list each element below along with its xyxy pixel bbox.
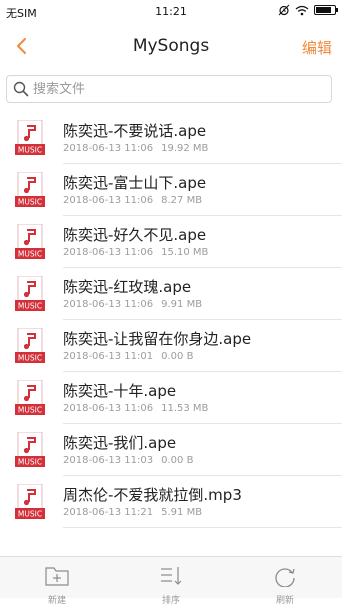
music-file-icon: MUSIC — [15, 276, 45, 311]
svg-text:MUSIC: MUSIC — [18, 198, 42, 207]
file-name: 陈奕迅-不要说话.ape — [63, 122, 207, 140]
file-date: 2018-06-13 11:06 — [63, 195, 154, 206]
music-file-icon: MUSIC — [15, 432, 45, 467]
file-size: 9.91 MB — [161, 299, 203, 310]
file-date: 2018-06-13 11:06 — [63, 143, 154, 154]
file-size: 11.53 MB — [161, 403, 209, 414]
file-date: 2018-06-13 11:06 — [63, 299, 154, 310]
divider — [63, 527, 342, 528]
svg-text:MUSIC: MUSIC — [18, 406, 42, 415]
file-size: 19.92 MB — [161, 143, 209, 154]
chevron-left-icon — [17, 38, 26, 54]
tab-sort-label: 排序 — [161, 596, 180, 606]
music-file-icon: MUSIC — [15, 224, 45, 259]
file-name: 陈奕迅-让我留在你身边.ape — [63, 330, 252, 348]
file-row[interactable]: MUSIC 周杰伦-不爱我就拉倒.mp3 2018-06-13 11:21 5.91 … — [0, 476, 342, 528]
tab-new-label: 新建 — [47, 596, 66, 606]
edit-button[interactable]: 编辑 — [302, 37, 332, 58]
file-date: 2018-06-13 11:01 — [63, 351, 154, 362]
back-button[interactable] — [8, 30, 36, 62]
sort-icon — [161, 567, 182, 585]
file-name: 陈奕迅-十年.ape — [63, 382, 177, 400]
svg-text:MUSIC: MUSIC — [18, 354, 42, 363]
file-date: 2018-06-13 11:21 — [63, 507, 154, 518]
file-date: 2018-06-13 11:06 — [63, 247, 154, 258]
page-title: MySongs — [132, 36, 210, 56]
search-box[interactable] — [6, 75, 332, 103]
file-name: 陈奕迅-红玫瑰.ape — [63, 278, 192, 296]
music-file-icon: MUSIC — [15, 120, 45, 155]
file-row[interactable]: MUSIC 陈奕迅-我们.ape 2018-06-13 11:03 0.00 B — [0, 424, 342, 476]
tab-refresh[interactable]: 刷新 — [245, 557, 325, 606]
music-file-icon: MUSIC — [15, 380, 45, 415]
file-meta: 2018-06-13 11:21 5.91 MB — [63, 507, 202, 518]
svg-text:MUSIC: MUSIC — [18, 458, 42, 467]
status-indicators — [278, 4, 338, 16]
battery-icon — [314, 5, 338, 15]
file-meta: 2018-06-13 11:01 0.00 B — [63, 351, 193, 362]
file-meta: 2018-06-13 11:06 19.92 MB — [63, 143, 208, 154]
status-bar: 无SIM 11:21 — [0, 0, 342, 24]
tab-refresh-label: 刷新 — [275, 596, 294, 606]
file-meta: 2018-06-13 11:06 15.10 MB — [63, 247, 208, 258]
alarm-icon — [278, 4, 290, 16]
tab-sort[interactable]: 排序 — [131, 557, 211, 606]
svg-text:MUSIC: MUSIC — [18, 146, 42, 155]
nav-bar: MySongs 编辑 — [0, 24, 342, 68]
file-row[interactable]: MUSIC 陈奕迅-不要说话.ape 2018-06-13 11:06 19.92 M… — [0, 112, 342, 164]
file-size: 8.27 MB — [161, 195, 203, 206]
bottom-tab-bar: 新建 排序 刷新 — [0, 556, 342, 606]
music-file-icon: MUSIC — [15, 172, 45, 207]
file-list: MUSIC 陈奕迅-不要说话.ape 2018-06-13 11:06 19.92 M… — [0, 112, 342, 528]
file-size: 15.10 MB — [161, 247, 209, 258]
file-date: 2018-06-13 11:03 — [63, 455, 154, 466]
file-size: 0.00 B — [161, 455, 194, 466]
refresh-icon — [275, 568, 295, 587]
svg-text:MUSIC: MUSIC — [18, 302, 42, 311]
file-meta: 2018-06-13 11:06 9.91 MB — [63, 299, 202, 310]
file-date: 2018-06-13 11:06 — [63, 403, 154, 414]
file-size: 5.91 MB — [161, 507, 203, 518]
file-row[interactable]: MUSIC 陈奕迅-好久不见.ape 2018-06-13 11:06 15.10 M… — [0, 216, 342, 268]
add-folder-icon — [45, 567, 69, 586]
file-name: 陈奕迅-我们.ape — [63, 434, 177, 452]
search-icon — [13, 81, 29, 97]
file-name: 陈奕迅-富士山下.ape — [63, 174, 207, 192]
file-row[interactable]: MUSIC 陈奕迅-十年.ape 2018-06-13 11:06 11.53 MB — [0, 372, 342, 424]
file-name: 周杰伦-不爱我就拉倒.mp3 — [63, 486, 242, 504]
file-row[interactable]: MUSIC 陈奕迅-红玫瑰.ape 2018-06-13 11:06 9.91 MB — [0, 268, 342, 320]
svg-text:MUSIC: MUSIC — [18, 250, 42, 259]
file-name: 陈奕迅-好久不见.ape — [63, 226, 207, 244]
file-meta: 2018-06-13 11:06 11.53 MB — [63, 403, 208, 414]
file-meta: 2018-06-13 11:03 0.00 B — [63, 455, 193, 466]
file-size: 0.00 B — [161, 351, 194, 362]
music-file-icon: MUSIC — [15, 328, 45, 363]
file-row[interactable]: MUSIC 陈奕迅-让我留在你身边.ape 2018-06-13 11:01 0.00… — [0, 320, 342, 372]
tab-new[interactable]: 新建 — [17, 557, 97, 606]
file-meta: 2018-06-13 11:06 8.27 MB — [63, 195, 202, 206]
wifi-icon — [295, 5, 309, 15]
music-file-icon: MUSIC — [15, 484, 45, 519]
svg-text:MUSIC: MUSIC — [18, 510, 42, 519]
search-input[interactable] — [33, 79, 323, 99]
file-row[interactable]: MUSIC 陈奕迅-富士山下.ape 2018-06-13 11:06 8.27 MB — [0, 164, 342, 216]
